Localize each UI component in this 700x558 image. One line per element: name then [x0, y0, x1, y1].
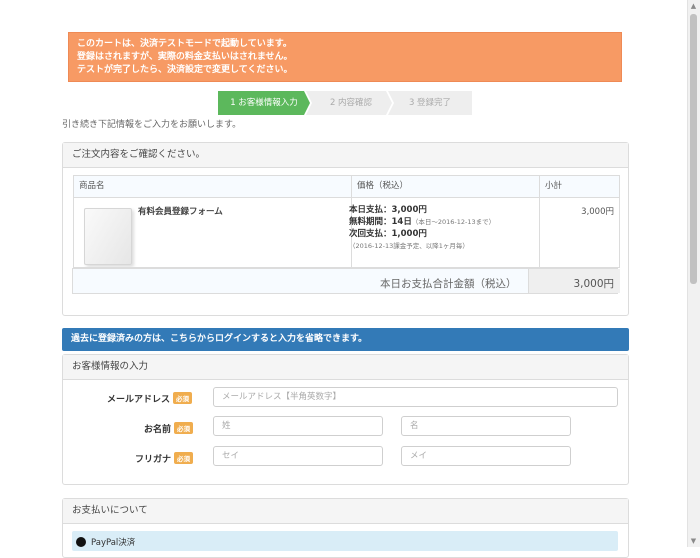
- product-box-image: [84, 208, 132, 265]
- next-payment-note: （2016-12-13課金予定、以降1ヶ月毎）: [349, 242, 469, 250]
- total-label: 本日お支払合計金額（税込）: [380, 278, 517, 290]
- first-name-field[interactable]: 名: [401, 416, 571, 436]
- col-header-price: 価格（税込）: [351, 175, 540, 198]
- price-details: 本日支払：3,000円 無料期間：14日（本日〜2016-12-13まで） 次回…: [349, 204, 495, 252]
- email-label: メールアドレス 必須: [107, 392, 193, 405]
- paypal-label: PayPal決済: [91, 538, 136, 548]
- notice-line-1: このカートは、決済テストモードで起動しています。: [77, 39, 292, 49]
- required-badge: 必須: [174, 452, 194, 464]
- item-subtotal: 3,000円: [581, 207, 614, 217]
- checkout-steps: 1 お客様情報入力 2 内容確認 3 登録完了: [218, 91, 472, 115]
- scrollbar-thumb[interactable]: [690, 14, 697, 284]
- payment-option-row[interactable]: [72, 531, 618, 551]
- step-confirm: 2 内容確認: [306, 91, 392, 115]
- name-label: お名前 必須: [144, 422, 194, 435]
- price-today: 本日支払：3,000円: [349, 205, 427, 215]
- test-mode-notice: このカートは、決済テストモードで起動しています。 登録はされますが、実際の料金支…: [68, 32, 622, 82]
- vertical-scrollbar[interactable]: ▲ ▼: [687, 0, 700, 547]
- payment-heading: お支払いについて: [63, 499, 628, 524]
- step-complete: 3 登録完了: [388, 91, 472, 115]
- free-period: 無料期間：14日: [349, 217, 412, 227]
- step-customer-info: 1 お客様情報入力: [218, 91, 310, 115]
- first-kana-field[interactable]: メイ: [401, 446, 571, 466]
- required-badge: 必須: [173, 392, 193, 404]
- required-badge: 必須: [174, 422, 194, 434]
- kana-label: フリガナ 必須: [135, 452, 194, 465]
- paypal-radio[interactable]: [76, 537, 86, 547]
- total-value: 3,000円: [573, 278, 614, 290]
- last-kana-field[interactable]: セイ: [213, 446, 383, 466]
- order-heading: ご注文内容をご確認ください。: [63, 143, 628, 168]
- email-field[interactable]: メールアドレス【半角英数字】: [213, 387, 618, 407]
- product-name: 有料会員登録フォーム: [138, 207, 223, 217]
- next-payment: 次回支払：1,000円: [349, 229, 427, 239]
- free-period-note: （本日〜2016-12-13まで）: [411, 218, 496, 226]
- col-header-subtotal: 小計: [539, 175, 620, 198]
- notice-line-2: 登録はされますが、実際の料金支払いはされません。: [77, 52, 293, 62]
- cart-table: 商品名 価格（税込） 小計: [73, 175, 620, 268]
- login-link-bar[interactable]: 過去に登録済みの方は、こちらからログインすると入力を省略できます。: [62, 328, 629, 351]
- total-row: [72, 268, 620, 294]
- scroll-up-icon[interactable]: ▲: [690, 1, 697, 11]
- customer-heading: お客様情報の入力: [63, 355, 628, 380]
- last-name-field[interactable]: 姓: [213, 416, 383, 436]
- scroll-down-icon[interactable]: ▼: [690, 536, 697, 546]
- intro-text: 引き続き下記情報をご入力をお願いします。: [62, 120, 242, 130]
- notice-line-3: テストが完了したら、決済設定で変更してください。: [77, 65, 293, 75]
- col-header-product: 商品名: [73, 175, 352, 198]
